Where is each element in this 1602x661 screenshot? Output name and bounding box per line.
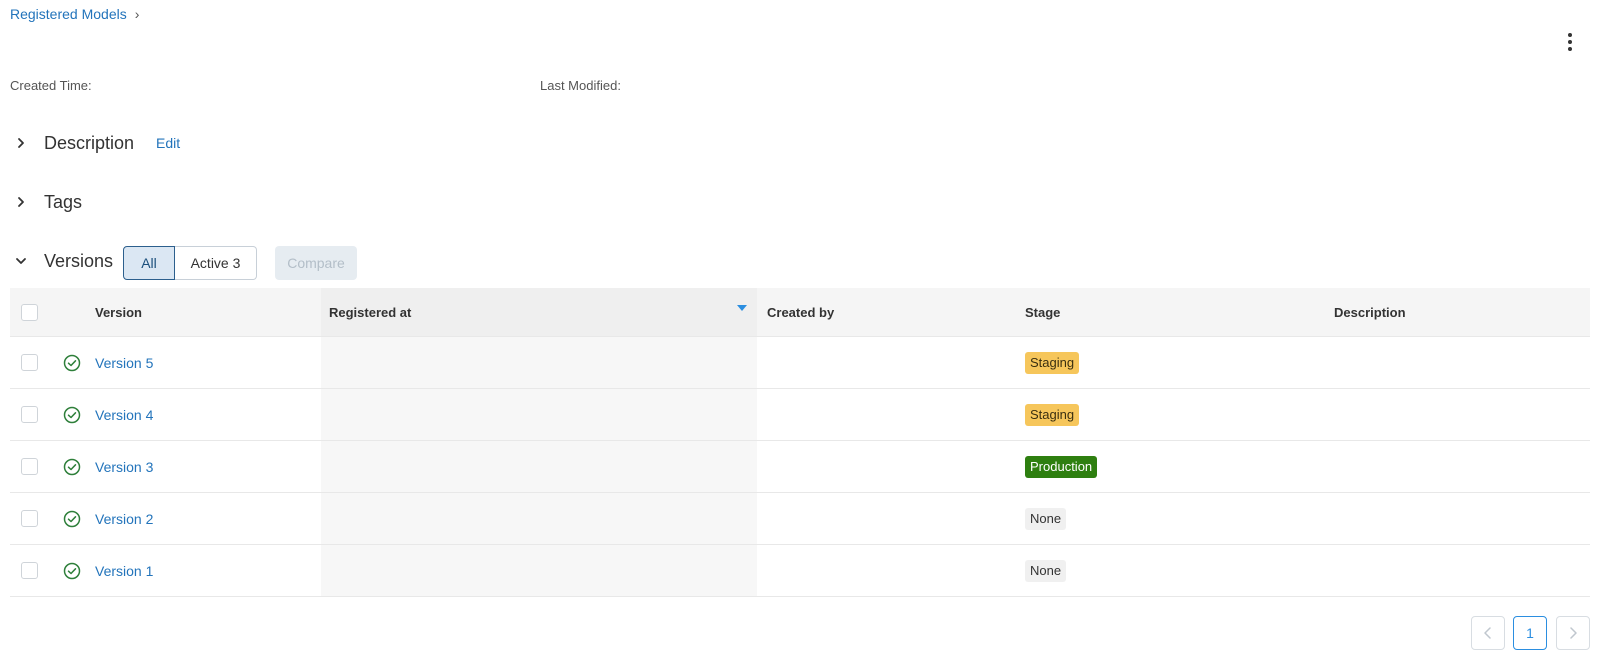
filter-all-button[interactable]: All: [123, 246, 175, 280]
stage-cell: Production: [1018, 455, 1327, 478]
version-link[interactable]: Version 3: [95, 459, 153, 475]
stage-badge: None: [1025, 559, 1067, 582]
versions-table: Version Registered at Created by Stage D…: [10, 288, 1590, 597]
pagination-prev-button[interactable]: [1471, 616, 1505, 650]
version-link[interactable]: Version 4: [95, 407, 153, 423]
versions-section: Versions: [10, 250, 113, 272]
row-checkbox[interactable]: [20, 562, 38, 579]
tags-section: Tags: [10, 191, 82, 213]
description-section: Description Edit: [10, 132, 180, 154]
breadcrumb-registered-models-link[interactable]: Registered Models: [10, 6, 127, 22]
header-stage[interactable]: Stage: [1018, 305, 1327, 320]
row-checkbox-cell: [10, 510, 48, 527]
stage-badge: Staging: [1025, 351, 1080, 374]
breadcrumb: Registered Models ›: [10, 6, 139, 22]
pagination-next-button[interactable]: [1556, 616, 1590, 650]
row-checkbox[interactable]: [20, 510, 38, 527]
version-cell: Version 5: [95, 355, 321, 371]
version-link[interactable]: Version 5: [95, 355, 153, 371]
row-checkbox[interactable]: [20, 406, 38, 423]
pagination-page-1[interactable]: 1: [1513, 616, 1547, 650]
registered-at-cell: [321, 441, 757, 492]
header-registered-at-label: Registered at: [329, 304, 412, 320]
registered-at-cell: [321, 389, 757, 440]
status-cell: [48, 510, 95, 528]
version-cell: Version 2: [95, 511, 321, 527]
row-checkbox[interactable]: [20, 354, 38, 371]
description-section-title[interactable]: Description: [44, 133, 134, 154]
kebab-dot: [1568, 47, 1572, 51]
table-row: Version 4 Staging: [10, 389, 1590, 441]
chevron-right-icon: [1570, 627, 1577, 639]
chevron-right-icon[interactable]: [10, 132, 32, 154]
table-row: Version 1 None: [10, 545, 1590, 597]
check-circle-icon: [63, 458, 80, 475]
stage-cell: None: [1018, 559, 1327, 582]
version-link[interactable]: Version 1: [95, 563, 153, 579]
stage-cell: None: [1018, 507, 1327, 530]
status-cell: [48, 458, 95, 476]
version-cell: Version 4: [95, 407, 321, 423]
stage-badge: Staging: [1025, 403, 1080, 426]
chevron-down-icon[interactable]: [10, 250, 32, 272]
row-checkbox-cell: [10, 354, 48, 371]
table-row: Version 5 Staging: [10, 337, 1590, 389]
header-created-by[interactable]: Created by: [757, 305, 1018, 320]
last-modified-label: Last Modified:: [540, 78, 621, 93]
versions-section-title[interactable]: Versions: [44, 251, 113, 272]
stage-cell: Staging: [1018, 351, 1327, 374]
check-circle-icon: [63, 562, 80, 579]
row-checkbox-cell: [10, 406, 48, 423]
header-checkbox-cell: [10, 303, 48, 321]
check-circle-icon: [63, 510, 80, 527]
registered-at-cell: [321, 493, 757, 544]
stage-cell: Staging: [1018, 403, 1327, 426]
sort-descending-icon[interactable]: [737, 305, 747, 311]
version-link[interactable]: Version 2: [95, 511, 153, 527]
table-row: Version 2 None: [10, 493, 1590, 545]
stage-badge: None: [1025, 507, 1067, 530]
compare-button[interactable]: Compare: [275, 246, 357, 280]
edit-description-link[interactable]: Edit: [156, 135, 180, 151]
version-filter-toggle: All Active 3: [123, 246, 257, 280]
status-cell: [48, 406, 95, 424]
chevron-right-icon[interactable]: [10, 191, 32, 213]
created-time-label: Created Time:: [10, 78, 92, 93]
header-registered-at[interactable]: Registered at: [321, 288, 757, 336]
breadcrumb-separator-icon: ›: [134, 6, 140, 22]
row-checkbox[interactable]: [20, 458, 38, 475]
stage-badge: Production: [1025, 455, 1098, 478]
status-cell: [48, 562, 95, 580]
row-checkbox-cell: [10, 458, 48, 475]
filter-active-button[interactable]: Active 3: [175, 246, 257, 280]
select-all-checkbox[interactable]: [20, 303, 38, 321]
kebab-dot: [1568, 40, 1572, 44]
version-cell: Version 3: [95, 459, 321, 475]
header-description[interactable]: Description: [1327, 305, 1590, 320]
version-cell: Version 1: [95, 563, 321, 579]
table-row: Version 3 Production: [10, 441, 1590, 493]
tags-section-title[interactable]: Tags: [44, 192, 82, 213]
row-checkbox-cell: [10, 562, 48, 579]
table-header-row: Version Registered at Created by Stage D…: [10, 288, 1590, 337]
status-cell: [48, 354, 95, 372]
kebab-dot: [1568, 33, 1572, 37]
more-options-kebab-icon[interactable]: [1562, 32, 1578, 52]
check-circle-icon: [63, 406, 80, 423]
registered-at-cell: [321, 337, 757, 388]
chevron-left-icon: [1484, 627, 1491, 639]
registered-at-cell: [321, 545, 757, 596]
header-version[interactable]: Version: [95, 305, 321, 320]
check-circle-icon: [63, 354, 80, 371]
